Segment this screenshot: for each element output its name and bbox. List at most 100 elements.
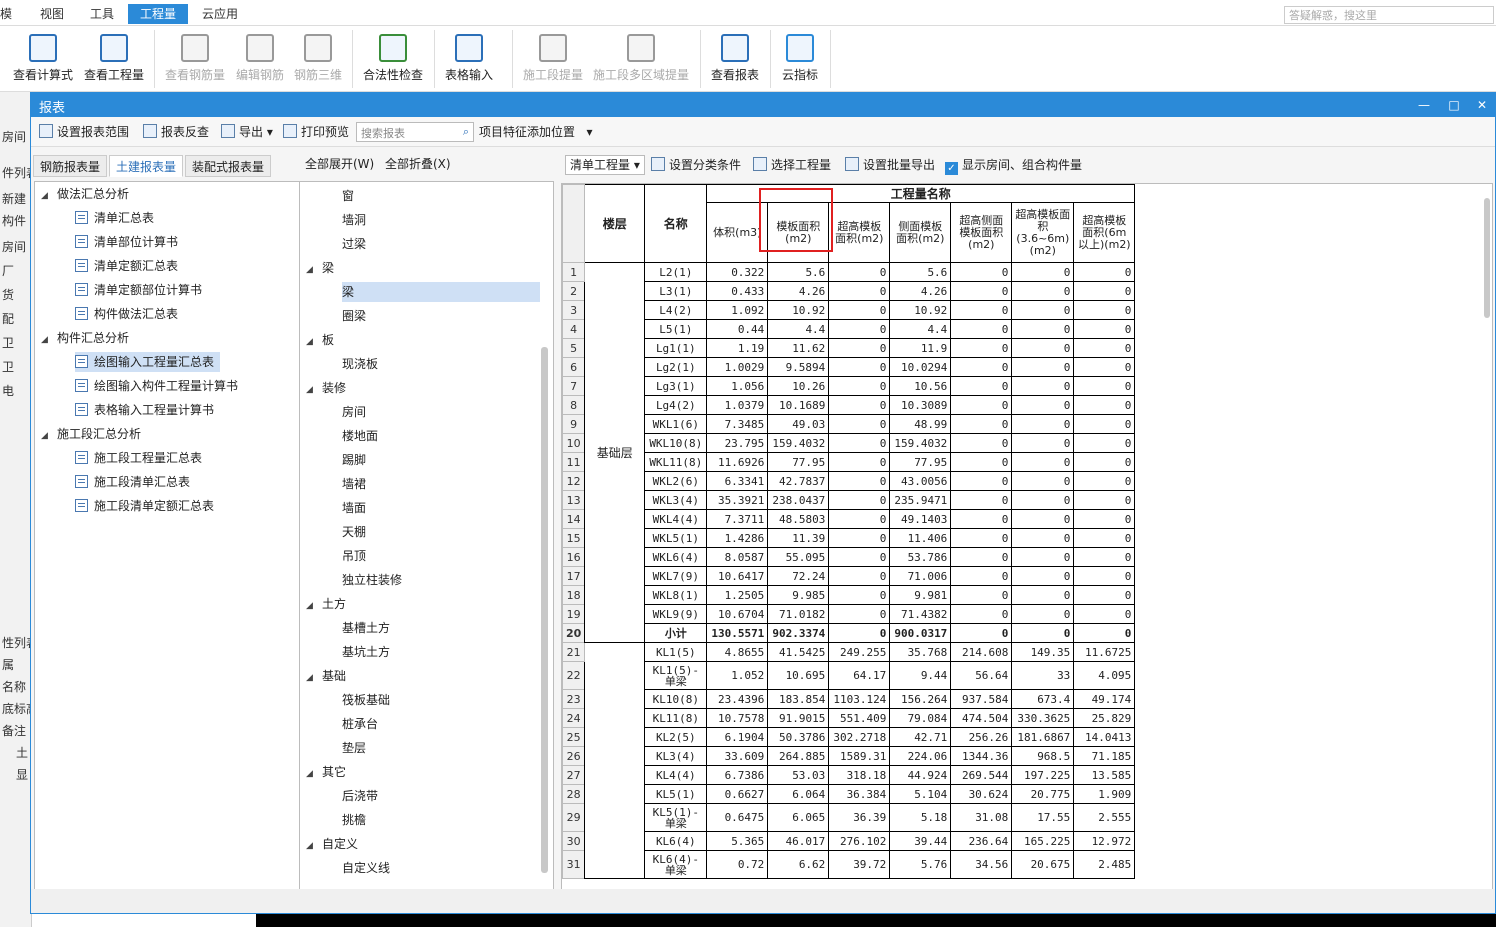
ribbon-button-5[interactable]: 合法性检查: [358, 30, 428, 90]
report-doc-icon: [75, 475, 88, 488]
ribbon-button-4[interactable]: 钢筋三维: [290, 30, 346, 90]
category-item[interactable]: 墙洞: [342, 210, 366, 230]
caret-down-icon[interactable]: ◢: [306, 260, 316, 280]
batch-export-button[interactable]: 设置批量导出: [845, 156, 935, 174]
category-item[interactable]: 自定义线: [342, 858, 390, 878]
value-cell: 0: [1011, 452, 1075, 472]
caret-down-icon[interactable]: ◢: [41, 186, 51, 206]
caret-down-icon[interactable]: ◢: [306, 332, 316, 352]
restore-icon[interactable]: □: [1445, 96, 1463, 114]
tab-prefab-report[interactable]: 装配式报表量: [185, 155, 272, 177]
category-item[interactable]: 桩承台: [342, 714, 378, 734]
close-icon[interactable]: ✕: [1473, 96, 1491, 114]
help-search-input[interactable]: 答疑解惑，搜这里: [1284, 6, 1494, 24]
category-item[interactable]: 基槽土方: [342, 618, 390, 638]
category-item[interactable]: 过梁: [342, 234, 366, 254]
minimize-icon[interactable]: —: [1415, 96, 1433, 114]
ribbon-button-0[interactable]: 查看计算式: [8, 30, 78, 90]
ribbon-button-9[interactable]: 查看报表: [706, 30, 764, 90]
tree-item[interactable]: 表格输入工程量计算书: [75, 400, 220, 420]
reverse-check-button[interactable]: 报表反查: [143, 123, 209, 141]
category-item[interactable]: 楼地面: [342, 426, 378, 446]
category-item[interactable]: 垫层: [342, 738, 366, 758]
category-group[interactable]: ◢ 基础: [306, 666, 346, 686]
tree-item[interactable]: 清单定额部位计算书: [75, 280, 208, 300]
ribbon-button-3[interactable]: 编辑钢筋: [232, 30, 288, 90]
category-item[interactable]: 窗: [342, 186, 354, 206]
caret-down-icon[interactable]: ◢: [41, 330, 51, 350]
export-button[interactable]: 导出 ▾: [221, 123, 273, 141]
category-item[interactable]: 后浇带: [342, 786, 378, 806]
feature-position-dropdown[interactable]: 项目特征添加位置 ▾: [479, 123, 592, 141]
menu-item-model[interactable]: 模: [0, 4, 12, 24]
category-item[interactable]: 踢脚: [342, 450, 366, 470]
category-label: 独立柱装修: [342, 573, 403, 587]
category-item[interactable]: 梁: [342, 282, 540, 302]
category-item[interactable]: 圈梁: [342, 306, 366, 326]
menu-item-tools[interactable]: 工具: [90, 4, 114, 24]
select-quantity-button[interactable]: 选择工程量: [753, 156, 831, 174]
search-reports-input[interactable]: 搜索报表 ⌕: [356, 122, 474, 142]
category-item[interactable]: 吊顶: [342, 546, 366, 566]
ribbon-button-10[interactable]: 云指标: [776, 30, 824, 90]
caret-down-icon[interactable]: ◢: [306, 836, 316, 856]
ribbon-button-6[interactable]: 表格输入: [440, 30, 498, 90]
report-scrollbar[interactable]: [1484, 198, 1490, 318]
category-item[interactable]: 现浇板: [342, 354, 378, 374]
print-preview-button[interactable]: 打印预览: [283, 123, 349, 141]
category-item[interactable]: 天棚: [342, 522, 366, 542]
value-cell: 9.5894: [767, 357, 830, 377]
category-item[interactable]: 墙裙: [342, 474, 366, 494]
category-item[interactable]: 筏板基础: [342, 690, 390, 710]
category-item[interactable]: 独立柱装修: [342, 570, 402, 590]
tree-item[interactable]: 清单定额汇总表: [75, 256, 184, 276]
caret-down-icon[interactable]: ◢: [306, 764, 316, 784]
category-item[interactable]: 挑檐: [342, 810, 366, 830]
caret-down-icon[interactable]: ◢: [41, 426, 51, 446]
report-doc-icon: [75, 403, 88, 416]
tab-civil-report[interactable]: 土建报表量: [109, 155, 184, 177]
tree-item[interactable]: 构件做法汇总表: [75, 304, 184, 324]
menu-item-cloud[interactable]: 云应用: [202, 4, 238, 24]
tab-rebar-report[interactable]: 钢筋报表量: [33, 155, 108, 177]
category-group[interactable]: ◢ 其它: [306, 762, 346, 782]
category-group[interactable]: ◢ 装修: [306, 378, 346, 398]
tree-item[interactable]: 施工段工程量汇总表: [75, 448, 208, 468]
search-icon[interactable]: ⌕: [463, 125, 469, 139]
category-group[interactable]: ◢ 自定义: [306, 834, 358, 854]
ribbon-button-1[interactable]: 查看工程量: [80, 30, 148, 90]
expand-all-button[interactable]: 全部展开(W): [305, 155, 374, 173]
tree-group[interactable]: ◢ 施工段汇总分析: [41, 424, 141, 444]
show-rooms-checkbox[interactable]: ✓ 显示房间、组合构件量: [945, 156, 1082, 175]
ribbon-button-2[interactable]: 查看钢筋量: [160, 30, 230, 90]
tree-group[interactable]: ◢ 做法汇总分析: [41, 184, 129, 204]
value-cell: 1589.31: [828, 746, 891, 766]
menu-item-quantity[interactable]: 工程量: [128, 4, 189, 24]
scrollbar[interactable]: [541, 347, 548, 873]
ribbon-button-8[interactable]: 施工段多区域提量: [590, 30, 692, 90]
category-group[interactable]: ◢ 梁: [306, 258, 334, 278]
tree-item[interactable]: 施工段清单汇总表: [75, 472, 196, 492]
tree-item[interactable]: 清单汇总表: [75, 208, 160, 228]
value-cell: 56.64: [950, 661, 1013, 690]
tree-item[interactable]: 绘图输入构件工程量计算书: [75, 376, 244, 396]
menu-item-view[interactable]: 视图: [40, 4, 64, 24]
category-item[interactable]: 房间: [342, 402, 366, 422]
caret-down-icon[interactable]: ◢: [306, 596, 316, 616]
set-category-button[interactable]: 设置分类条件: [651, 156, 741, 174]
caret-down-icon[interactable]: ◢: [306, 380, 316, 400]
tree-group[interactable]: ◢ 构件汇总分析: [41, 328, 129, 348]
category-group[interactable]: ◢ 板: [306, 330, 334, 350]
category-item[interactable]: 墙面: [342, 498, 366, 518]
checkbox-checked-icon[interactable]: ✓: [945, 162, 958, 175]
tree-item[interactable]: 施工段清单定额汇总表: [75, 496, 220, 516]
collapse-all-button[interactable]: 全部折叠(X): [385, 155, 451, 173]
tree-item[interactable]: 清单部位计算书: [75, 232, 184, 252]
caret-down-icon[interactable]: ◢: [306, 668, 316, 688]
category-item[interactable]: 基坑土方: [342, 642, 390, 662]
tree-item[interactable]: 绘图输入工程量汇总表: [75, 352, 221, 372]
set-report-range-button[interactable]: 设置报表范围: [39, 123, 129, 141]
category-group[interactable]: ◢ 土方: [306, 594, 346, 614]
quantity-mode-dropdown[interactable]: 清单工程量 ▾: [565, 155, 645, 175]
ribbon-button-7[interactable]: 施工段提量: [520, 30, 586, 90]
